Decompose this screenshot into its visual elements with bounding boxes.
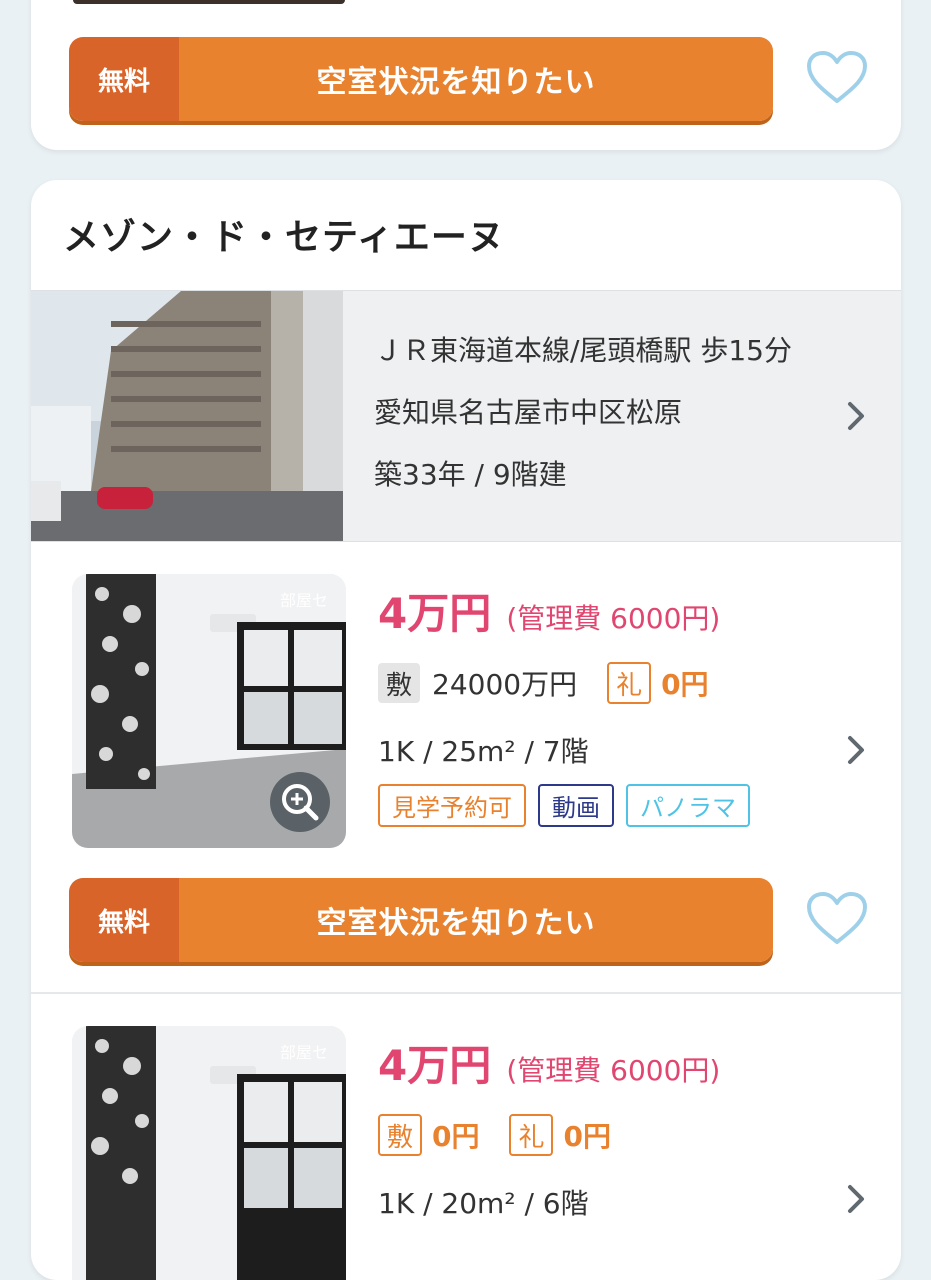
free-badge: 無料 xyxy=(69,878,179,962)
property-name: メゾン・ド・セティエーヌ xyxy=(63,217,505,258)
room-listing[interactable]: 部屋セ 4万円 (管理費 6000円) 敷 0円 礼 0円 1K / 20m² … xyxy=(31,994,901,1280)
key-money-badge: 礼 xyxy=(607,662,652,704)
previous-cta-row: 無料 空室状況を知りたい xyxy=(69,37,869,123)
chevron-right-icon xyxy=(848,1185,864,1213)
chevron-right-icon xyxy=(848,736,864,764)
room-photo[interactable]: 部屋セ xyxy=(72,1026,346,1280)
deposit-badge: 敷 xyxy=(378,663,420,703)
tag-video: 動画 xyxy=(538,784,614,827)
feature-tags: 見学予約可 動画 パノラマ xyxy=(378,784,750,827)
building-photo xyxy=(31,291,343,541)
key-money-badge: 礼 xyxy=(509,1114,554,1156)
room-photo[interactable]: 部屋セ xyxy=(72,574,346,848)
management-fee: (管理費 6000円) xyxy=(506,602,721,635)
heart-outline-icon[interactable] xyxy=(805,890,869,948)
property-address: 愛知県名古屋市中区松原 xyxy=(374,396,683,429)
photo-watermark: 部屋セ xyxy=(280,591,328,610)
room-listing[interactable]: 部屋セ 4万円 (管理費 6000円) 敷 24000万円 礼 0円 1K / … xyxy=(31,542,901,848)
vacancy-inquiry-label: 空室状況を知りたい xyxy=(179,37,773,121)
management-fee: (管理費 6000円) xyxy=(506,1054,721,1087)
station-access: ＪＲ東海道本線/尾頭橋駅 歩15分 xyxy=(374,334,792,367)
deposit-value: 0円 xyxy=(432,1120,480,1153)
key-money-value: 0円 xyxy=(563,1120,611,1153)
rent-price: 4万円 xyxy=(378,1041,492,1090)
chevron-right-icon xyxy=(848,402,864,430)
heart-outline-icon[interactable] xyxy=(805,49,869,107)
previous-room-photo-edge xyxy=(73,0,345,4)
vacancy-inquiry-button[interactable]: 無料 空室状況を知りたい xyxy=(69,37,773,121)
room-spec: 1K / 25m² / 7階 xyxy=(378,735,589,768)
property-card: メゾン・ド・セティエーヌ ＪＲ東海道本線/尾頭橋駅 歩15分 愛知県名古屋市中区… xyxy=(31,180,901,1280)
building-info-row[interactable]: ＪＲ東海道本線/尾頭橋駅 歩15分 愛知県名古屋市中区松原 築33年 / 9階建 xyxy=(31,290,901,542)
vacancy-inquiry-label: 空室状況を知りたい xyxy=(179,878,773,962)
rent-price: 4万円 xyxy=(378,589,492,638)
key-money-value: 0円 xyxy=(661,668,709,701)
tag-panorama: パノラマ xyxy=(626,784,750,827)
zoom-in-icon[interactable] xyxy=(270,772,330,832)
vacancy-inquiry-button[interactable]: 無料 空室状況を知りたい xyxy=(69,878,773,962)
deposit-badge: 敷 xyxy=(378,1114,422,1156)
deposit-value: 24000万円 xyxy=(432,668,578,701)
room-cta-row: 無料 空室状況を知りたい xyxy=(69,878,869,964)
previous-listing-card: 無料 空室状況を知りたい xyxy=(31,0,901,150)
photo-watermark: 部屋セ xyxy=(280,1043,328,1062)
tag-viewing-reservation: 見学予約可 xyxy=(378,784,526,827)
free-badge: 無料 xyxy=(69,37,179,121)
building-age-floors: 築33年 / 9階建 xyxy=(374,458,567,491)
room-spec: 1K / 20m² / 6階 xyxy=(378,1187,589,1220)
